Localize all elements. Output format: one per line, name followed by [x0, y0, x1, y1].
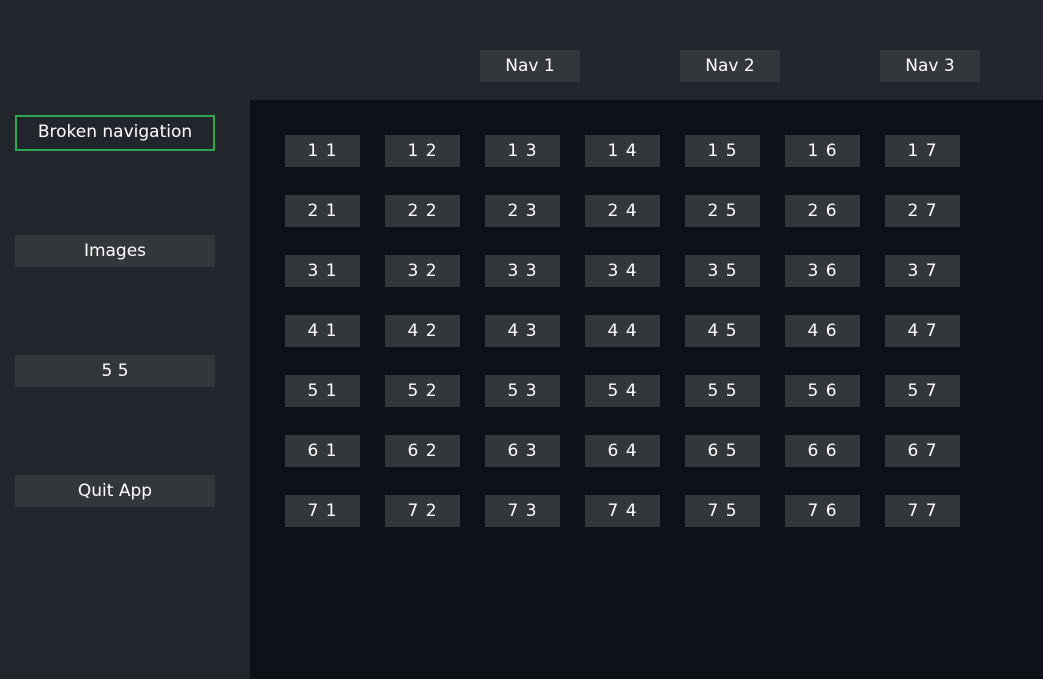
nav-1-button[interactable]: Nav 1	[480, 50, 580, 82]
grid-button[interactable]: 4 2	[385, 315, 460, 347]
grid-button[interactable]: 1 2	[385, 135, 460, 167]
five-five-button[interactable]: 5 5	[15, 355, 215, 387]
grid-button[interactable]: 3 4	[585, 255, 660, 287]
grid-button[interactable]: 5 6	[785, 375, 860, 407]
grid-button[interactable]: 2 3	[485, 195, 560, 227]
grid-button[interactable]: 6 2	[385, 435, 460, 467]
grid-button[interactable]: 7 4	[585, 495, 660, 527]
nav-3-button[interactable]: Nav 3	[880, 50, 980, 82]
grid-button[interactable]: 3 5	[685, 255, 760, 287]
grid-button[interactable]: 5 1	[285, 375, 360, 407]
grid-button[interactable]: 6 5	[685, 435, 760, 467]
grid-button[interactable]: 5 4	[585, 375, 660, 407]
grid-button[interactable]: 6 3	[485, 435, 560, 467]
grid-button[interactable]: 6 1	[285, 435, 360, 467]
grid-button[interactable]: 7 1	[285, 495, 360, 527]
grid-button[interactable]: 2 7	[885, 195, 960, 227]
grid-button[interactable]: 1 1	[285, 135, 360, 167]
nav-2-button[interactable]: Nav 2	[680, 50, 780, 82]
sidebar: Broken navigation Images 5 5 Quit App	[0, 0, 250, 679]
grid-button[interactable]: 2 2	[385, 195, 460, 227]
grid-button[interactable]: 4 6	[785, 315, 860, 347]
grid-button[interactable]: 1 4	[585, 135, 660, 167]
grid-button[interactable]: 7 3	[485, 495, 560, 527]
grid-button[interactable]: 1 7	[885, 135, 960, 167]
grid-button[interactable]: 2 6	[785, 195, 860, 227]
grid-button[interactable]: 5 7	[885, 375, 960, 407]
grid-button[interactable]: 1 6	[785, 135, 860, 167]
grid-button[interactable]: 3 2	[385, 255, 460, 287]
button-grid: 1 1 1 2 1 3 1 4 1 5 1 6 1 7 2 1 2 2 2 3 …	[285, 135, 960, 527]
grid-button[interactable]: 3 3	[485, 255, 560, 287]
grid-button[interactable]: 1 5	[685, 135, 760, 167]
app-window: Broken navigation Images 5 5 Quit App Na…	[0, 0, 1043, 679]
grid-button[interactable]: 7 7	[885, 495, 960, 527]
grid-button[interactable]: 5 5	[685, 375, 760, 407]
grid-button[interactable]: 7 6	[785, 495, 860, 527]
grid-button[interactable]: 4 1	[285, 315, 360, 347]
images-button[interactable]: Images	[15, 235, 215, 267]
grid-button[interactable]: 2 4	[585, 195, 660, 227]
broken-navigation-button[interactable]: Broken navigation	[15, 115, 215, 151]
grid-button[interactable]: 5 3	[485, 375, 560, 407]
grid-button[interactable]: 7 5	[685, 495, 760, 527]
grid-button[interactable]: 3 7	[885, 255, 960, 287]
grid-button[interactable]: 2 5	[685, 195, 760, 227]
grid-button[interactable]: 7 2	[385, 495, 460, 527]
grid-button[interactable]: 4 4	[585, 315, 660, 347]
grid-button[interactable]: 3 6	[785, 255, 860, 287]
grid-button[interactable]: 2 1	[285, 195, 360, 227]
grid-button[interactable]: 6 7	[885, 435, 960, 467]
grid-button[interactable]: 4 7	[885, 315, 960, 347]
quit-app-button[interactable]: Quit App	[15, 475, 215, 507]
grid-button[interactable]: 6 6	[785, 435, 860, 467]
grid-button[interactable]: 6 4	[585, 435, 660, 467]
grid-button[interactable]: 4 3	[485, 315, 560, 347]
grid-button[interactable]: 4 5	[685, 315, 760, 347]
top-nav-bar: Nav 1 Nav 2 Nav 3	[250, 0, 1043, 100]
grid-button[interactable]: 5 2	[385, 375, 460, 407]
grid-button[interactable]: 1 3	[485, 135, 560, 167]
grid-button[interactable]: 3 1	[285, 255, 360, 287]
content-area: 1 1 1 2 1 3 1 4 1 5 1 6 1 7 2 1 2 2 2 3 …	[250, 100, 1043, 679]
